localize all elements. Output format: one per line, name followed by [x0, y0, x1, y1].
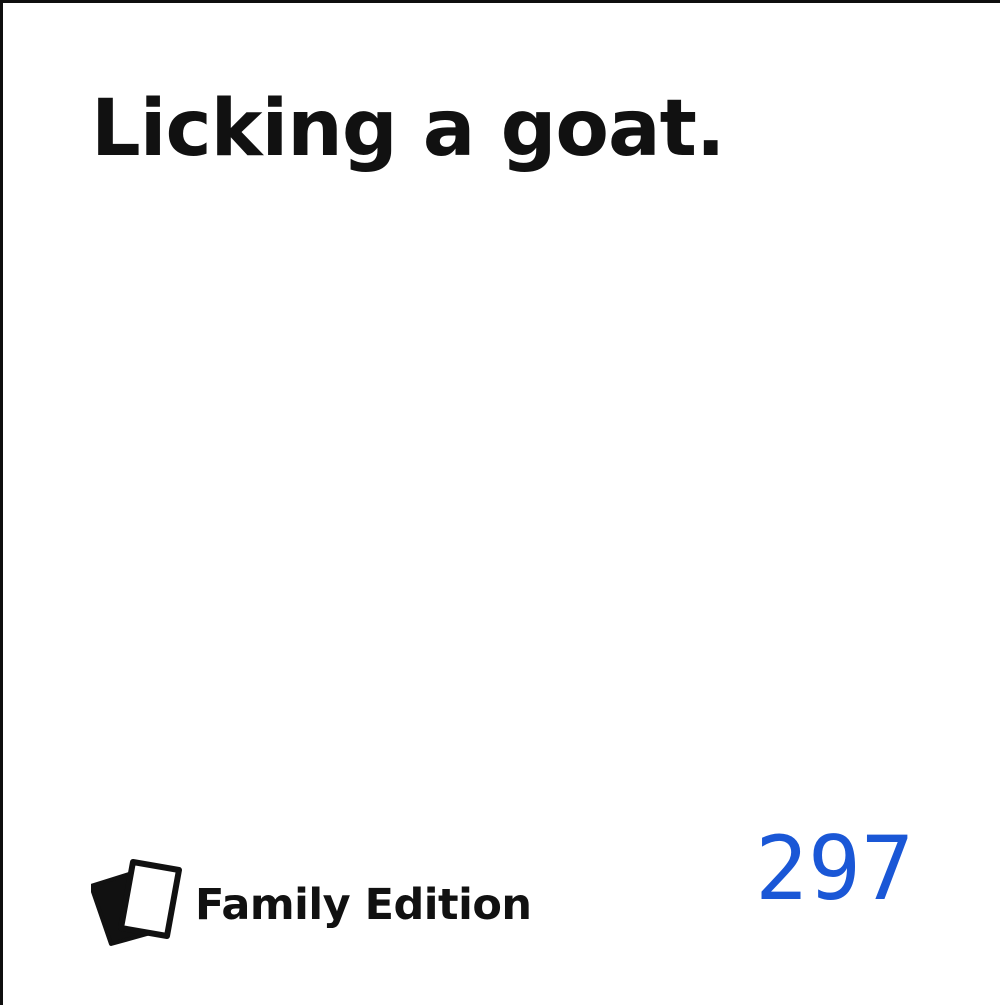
brand-name: Family Edition: [195, 880, 532, 930]
game-card: Licking a goat. Family Edition 297: [0, 0, 1000, 1005]
stacked-cards-icon: [91, 859, 182, 946]
card-number: 297: [755, 817, 914, 920]
brand-mark: Family Edition: [91, 858, 532, 948]
card-text: Licking a goat.: [91, 84, 726, 174]
